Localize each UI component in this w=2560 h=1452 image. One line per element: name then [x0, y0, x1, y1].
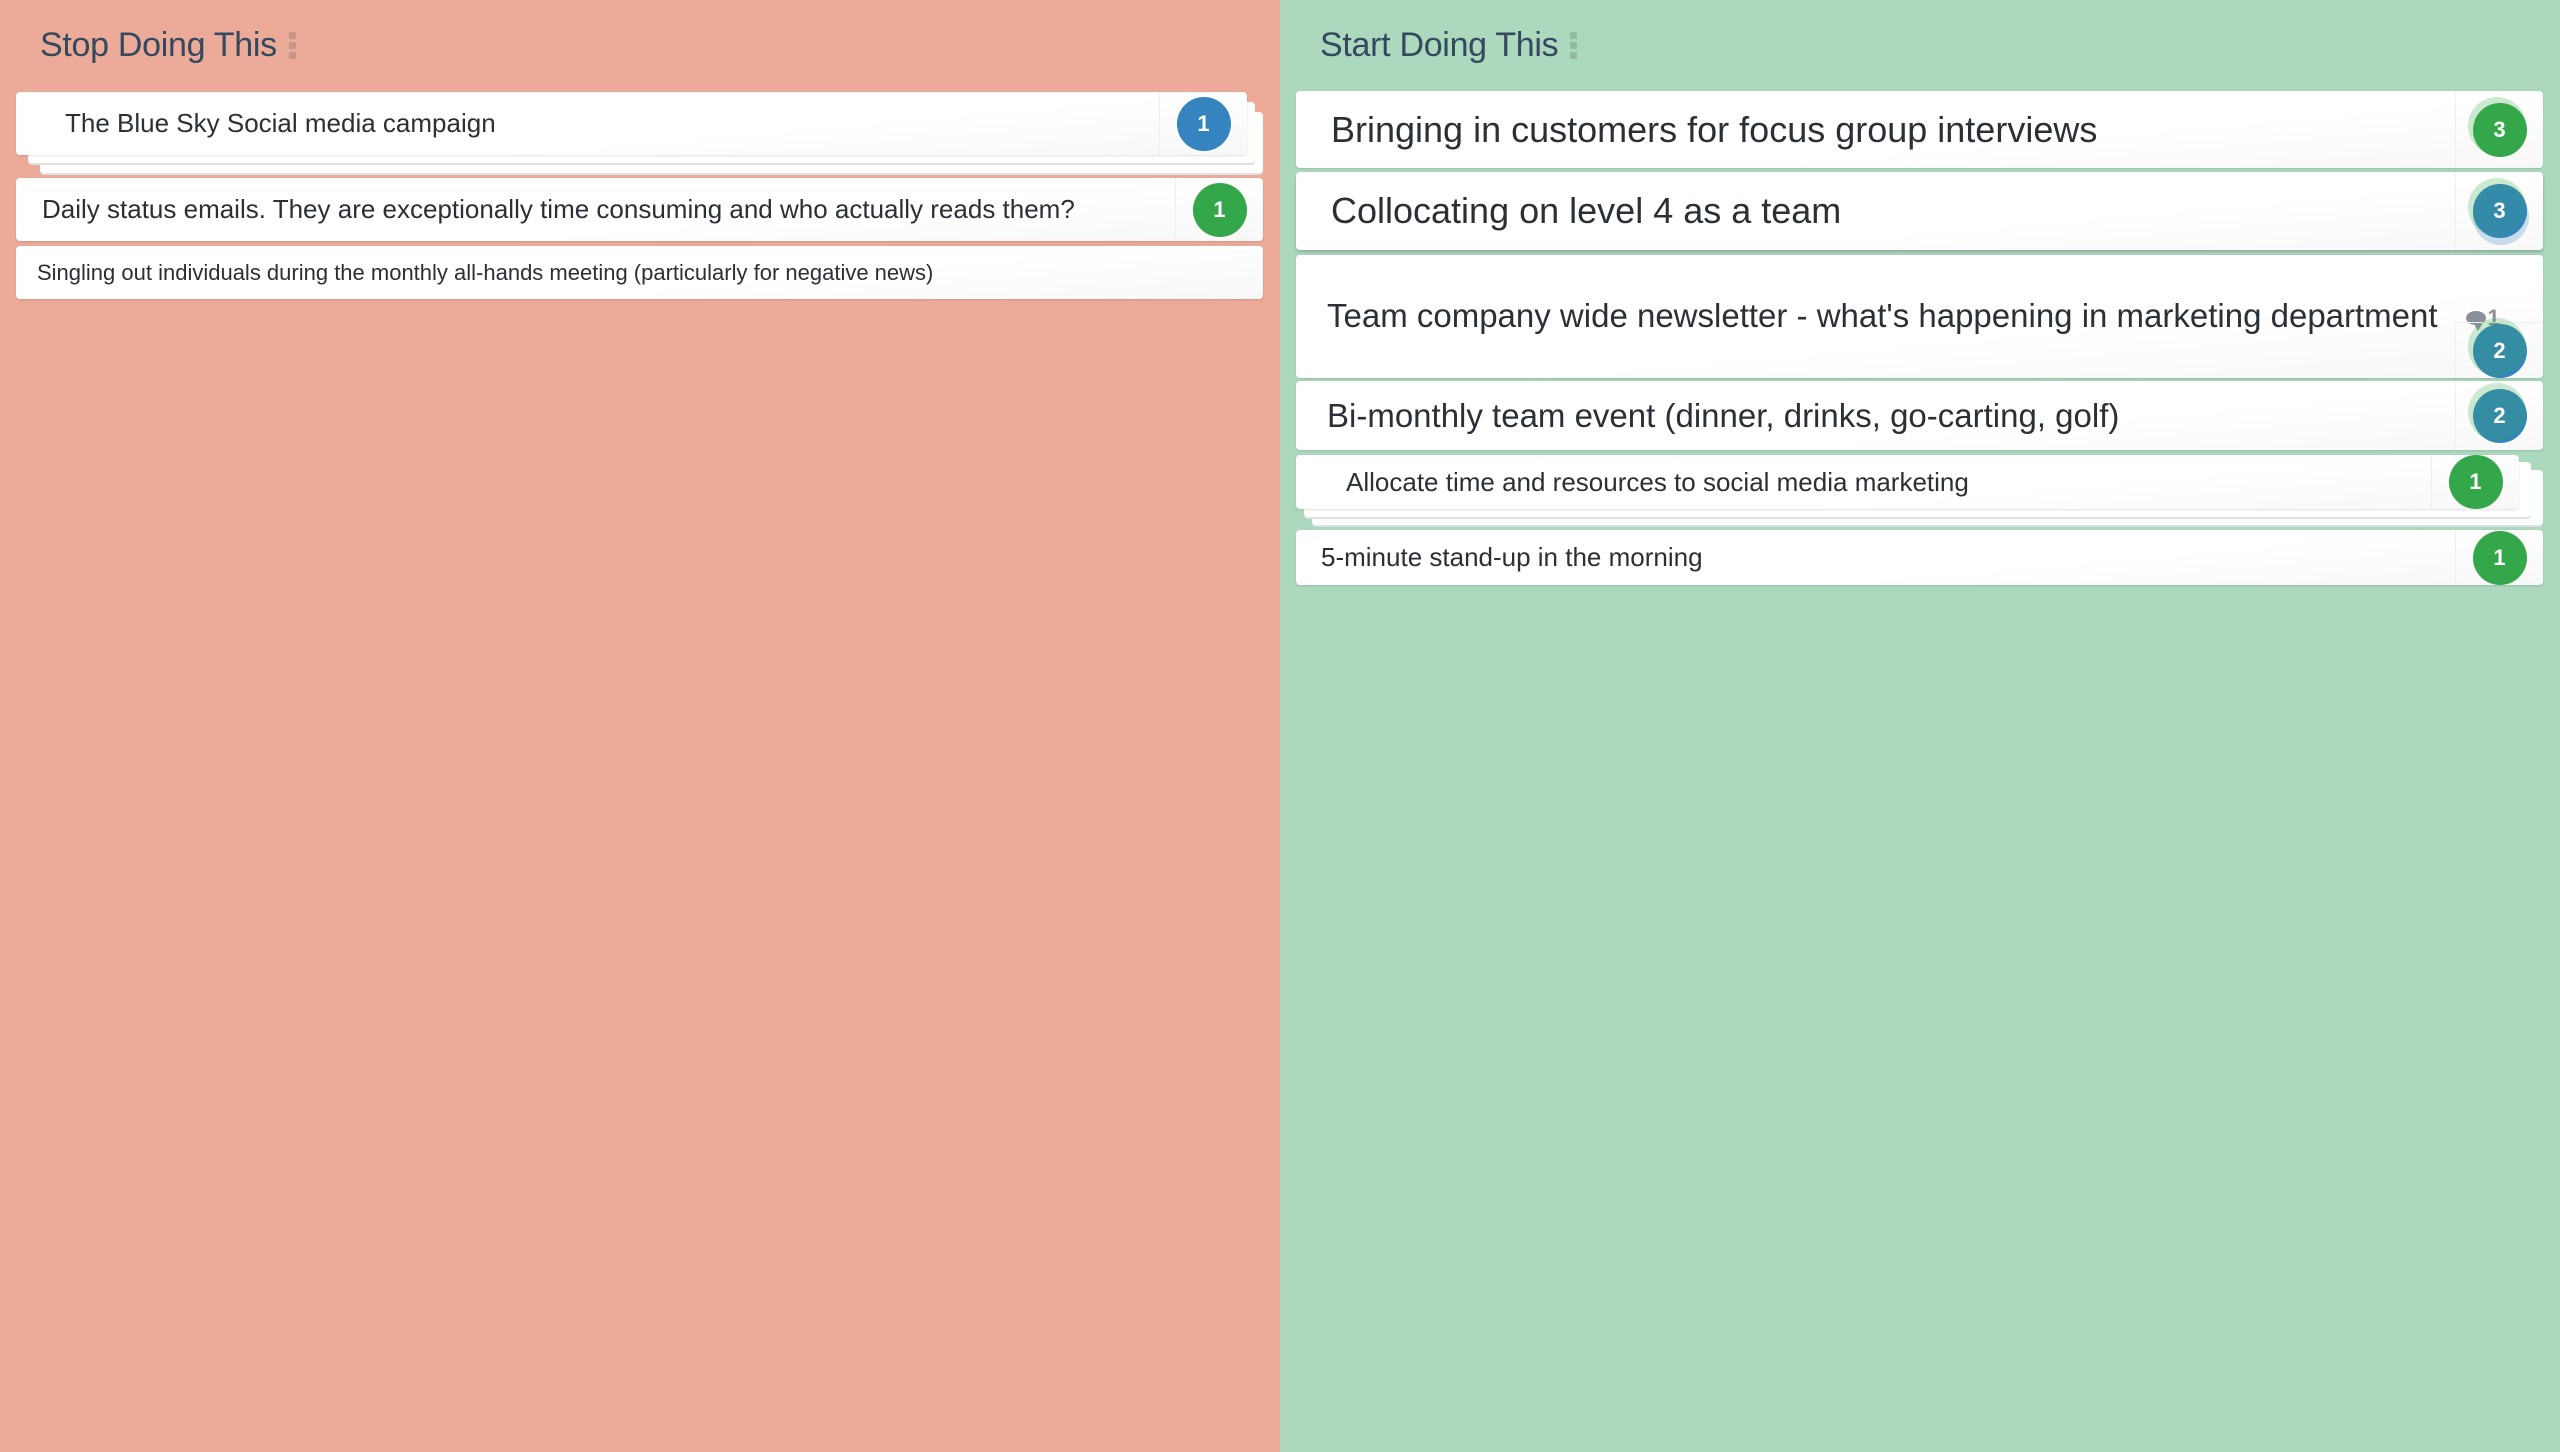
- card[interactable]: Singling out individuals during the mont…: [16, 246, 1263, 299]
- vote-badge[interactable]: 3: [2467, 96, 2527, 157]
- card-text: Allocate time and resources to social me…: [1346, 466, 1969, 497]
- column-stop-doing-this: Stop Doing This The Blue Sky Social medi…: [0, 0, 1280, 1452]
- vote-badge[interactable]: 1: [2448, 455, 2503, 509]
- card[interactable]: 5-minute stand-up in the morning 1: [1296, 530, 2543, 585]
- card-text: Bringing in customers for focus group in…: [1331, 108, 2098, 150]
- column-title[interactable]: Stop Doing This: [40, 26, 277, 65]
- vote-cell: 1: [2431, 455, 2519, 509]
- vote-badge[interactable]: 1: [1176, 96, 1231, 151]
- vote-badge[interactable]: 2: [2467, 317, 2527, 378]
- drag-handle-icon[interactable]: [288, 32, 296, 59]
- column-title[interactable]: Start Doing This: [1320, 26, 1559, 65]
- vote-badge[interactable]: 1: [1192, 182, 1247, 237]
- vote-cell: 3: [2455, 172, 2543, 250]
- vote-badge[interactable]: 1: [2472, 530, 2527, 585]
- card[interactable]: Daily status emails. They are exceptiona…: [16, 178, 1263, 241]
- card[interactable]: Allocate time and resources to social me…: [1296, 455, 2519, 509]
- card[interactable]: The Blue Sky Social media campaign 1: [16, 92, 1247, 155]
- column-header: Start Doing This: [1320, 26, 1578, 65]
- vote-cell: 1: [1159, 92, 1247, 155]
- card-text: Singling out individuals during the mont…: [37, 259, 934, 285]
- card-text: 5-minute stand-up in the morning: [1321, 542, 1703, 572]
- card-text: Bi-monthly team event (dinner, drinks, g…: [1327, 396, 2120, 434]
- drag-handle-icon[interactable]: [1570, 32, 1578, 59]
- vote-badge[interactable]: 2: [2467, 382, 2527, 443]
- vote-cell: 2: [2455, 317, 2543, 378]
- column-start-doing-this: Start Doing This Bringing in customers f…: [1280, 0, 2560, 1452]
- vote-cell: 1: [2455, 530, 2543, 585]
- card-text: The Blue Sky Social media campaign: [65, 108, 496, 138]
- card-text: Daily status emails. They are exceptiona…: [42, 194, 1075, 224]
- card[interactable]: Team company wide newsletter - what's ha…: [1296, 255, 2543, 378]
- vote-cell: 1: [1175, 178, 1263, 241]
- card-text: Team company wide newsletter - what's ha…: [1327, 297, 2438, 334]
- card-text: Collocating on level 4 as a team: [1331, 190, 1842, 231]
- card[interactable]: Collocating on level 4 as a team 3: [1296, 172, 2543, 250]
- vote-badge[interactable]: 3: [2467, 178, 2529, 245]
- card[interactable]: Bringing in customers for focus group in…: [1296, 91, 2543, 168]
- vote-cell: 2: [2455, 381, 2543, 450]
- vote-cell: 3: [2455, 91, 2543, 168]
- card[interactable]: Bi-monthly team event (dinner, drinks, g…: [1296, 381, 2543, 450]
- column-header: Stop Doing This: [40, 26, 296, 65]
